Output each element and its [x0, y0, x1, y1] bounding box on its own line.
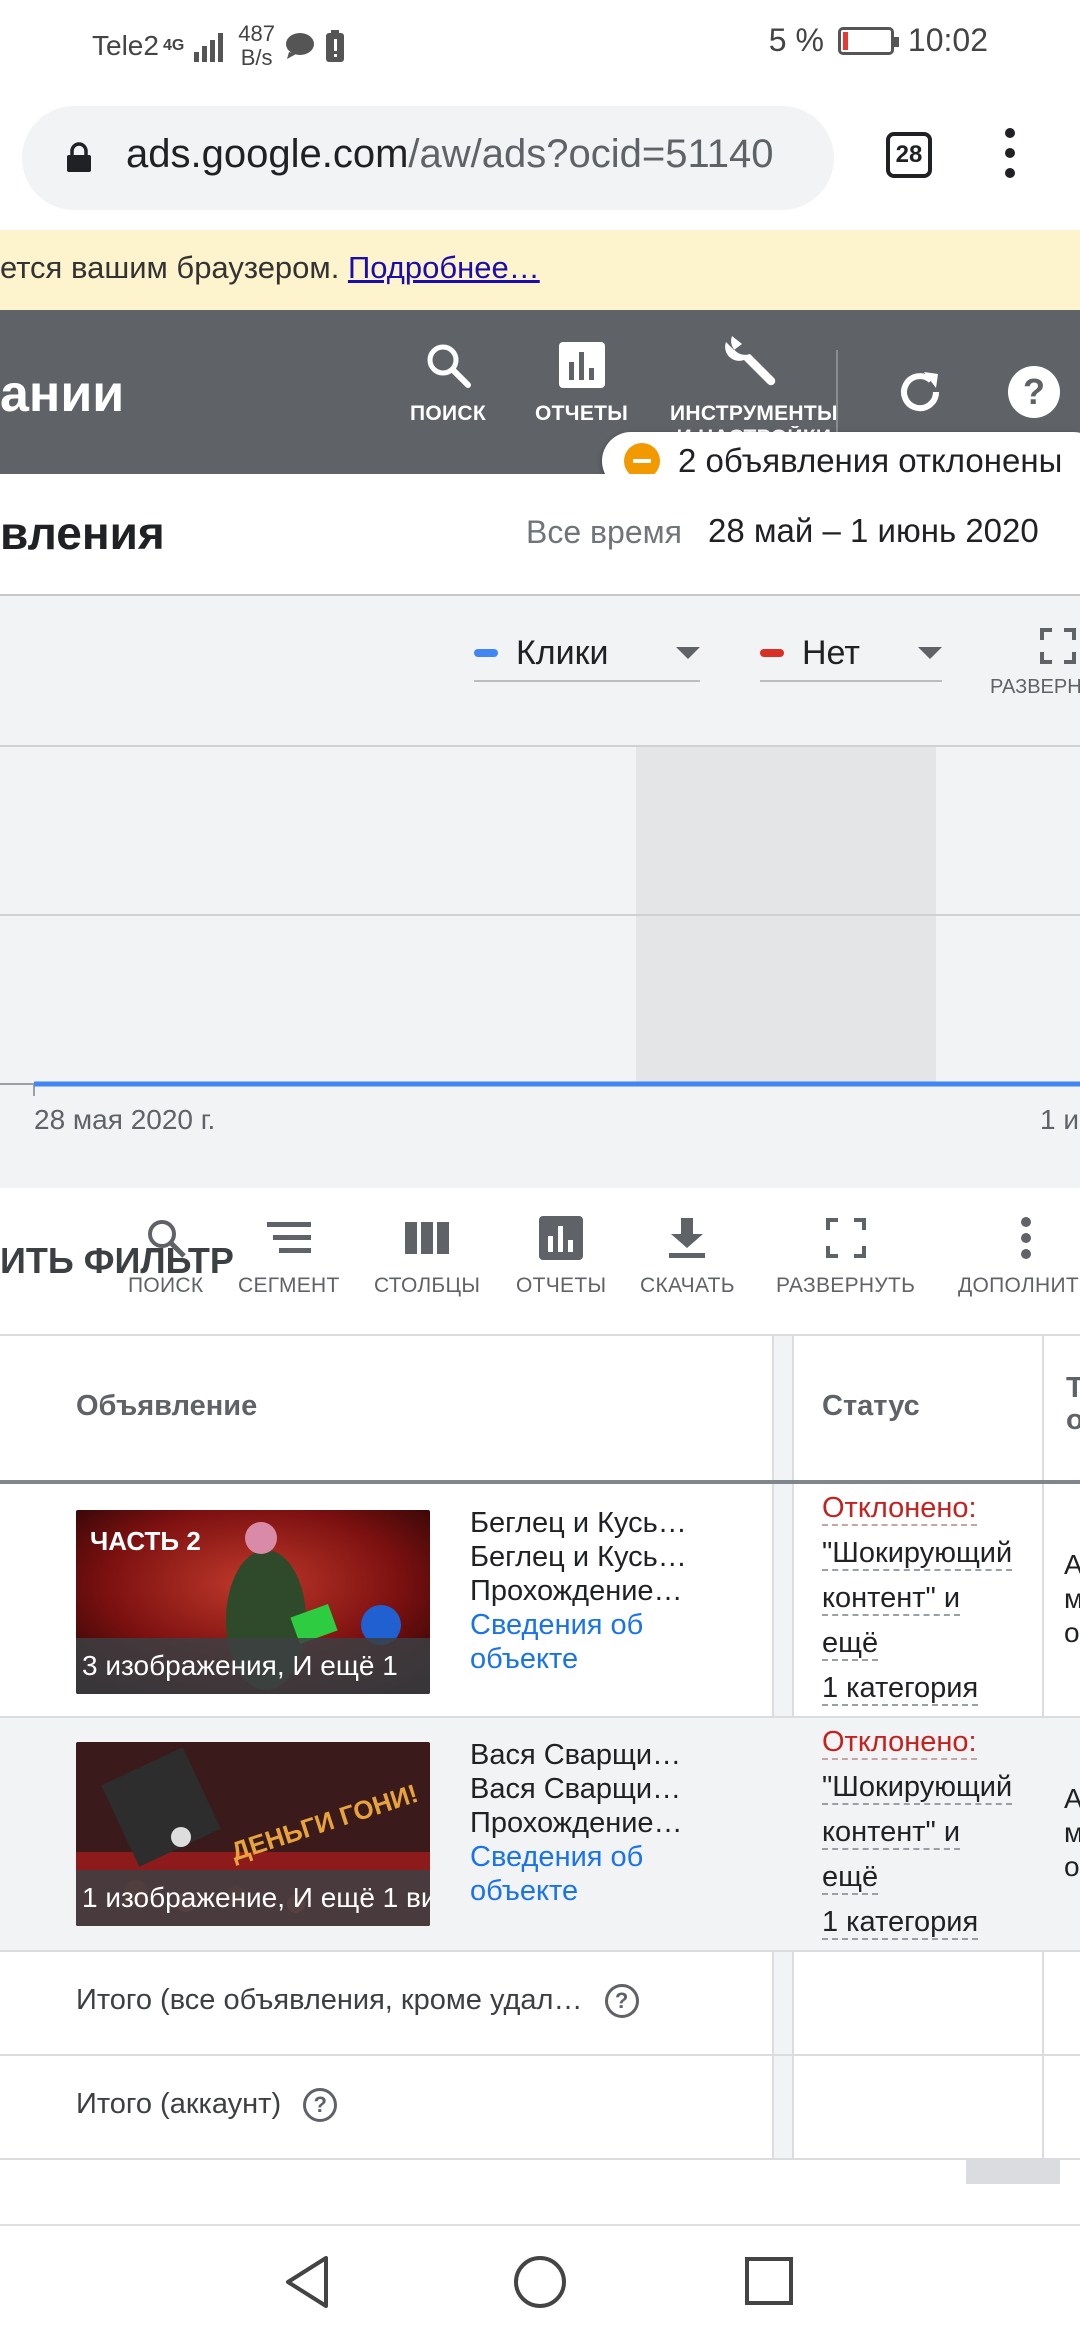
carrier-label: Tele2 — [92, 30, 159, 61]
fullscreen-icon — [825, 1218, 866, 1258]
lock-icon[interactable] — [66, 142, 92, 172]
url-text[interactable]: ads.google.com/aw/ads?ocid=51140 — [126, 132, 774, 177]
fullscreen-icon — [1040, 628, 1076, 664]
table-row[interactable]: ДЕНЬГИ ГОНИ! 1 изображение, И ещё 1 ви В… — [0, 1718, 1080, 1952]
ad-text: Беглец и Кусь… Беглец и Кусь… Прохождени… — [470, 1507, 687, 1676]
header-divider — [836, 350, 838, 434]
clock: 10:02 — [907, 22, 988, 58]
thumbnail-caption: 3 изображения, И ещё 1 — [76, 1638, 430, 1694]
battery-saver-icon — [326, 30, 344, 62]
status-disapproved: Отклонено: — [822, 1726, 977, 1760]
ads-table: Объявление Статус То ЧАСТЬ 2 3 изображен… — [0, 1336, 1080, 2160]
date-range-picker[interactable]: 28 май – 1 июнь 2020 — [708, 512, 1039, 550]
back-icon[interactable] — [282, 2254, 332, 2310]
more-vert-icon — [1020, 1217, 1031, 1259]
x-tick-label: 28 мая 2020 г. — [34, 1104, 216, 1135]
metric2-swatch — [760, 649, 784, 657]
ad-thumbnail[interactable]: ЧАСТЬ 2 3 изображения, И ещё 1 — [76, 1510, 430, 1694]
header-search-button[interactable]: ПОИСК — [410, 340, 486, 426]
total-label: Итого (все объявления, кроме удал… ? — [76, 1984, 639, 2019]
ad-text: Вася Сварщи… Вася Сварщи… Прохождение… С… — [470, 1739, 683, 1908]
refresh-icon[interactable] — [894, 366, 946, 418]
status-cell[interactable]: Отклонено: "Шокирующий контент" и ещё 1 … — [822, 1486, 1013, 1711]
columns-button[interactable]: СТОЛБЦЫ — [374, 1216, 480, 1298]
column-header-next[interactable]: То — [1066, 1372, 1080, 1436]
metric-selector-secondary[interactable]: Нет — [760, 626, 942, 682]
page-title: вления — [0, 507, 165, 559]
table-search-button[interactable]: ПОИСК — [128, 1216, 203, 1298]
performance-chart: Клики Нет РАЗВЕРН 28 мая 2020 г. 1 и — [0, 596, 1080, 1188]
search-icon — [147, 1220, 186, 1258]
page-title-row: вления Все время 28 май – 1 июнь 2020 — [0, 474, 1080, 596]
help-icon[interactable]: ? — [604, 1984, 639, 2019]
network-speed: 487 B/s — [238, 21, 275, 70]
table-row[interactable]: ЧАСТЬ 2 3 изображения, И ещё 1 Беглец и … — [0, 1484, 1080, 1718]
battery-icon — [837, 26, 899, 55]
browser-menu-icon[interactable] — [1000, 128, 1020, 188]
status-cell[interactable]: Отклонено: "Шокирующий контент" и ещё 1 … — [822, 1720, 1013, 1945]
svg-text:?: ? — [1023, 371, 1045, 412]
signal-icon — [194, 33, 224, 62]
column-header-ad[interactable]: Объявление — [76, 1390, 257, 1423]
header-reports-button[interactable]: ОТЧЕТЫ — [535, 340, 628, 426]
bar-chart-icon — [558, 342, 605, 388]
download-icon — [669, 1218, 706, 1258]
truncated-cell: Амо — [1064, 1783, 1080, 1882]
table-header: Объявление Статус То — [0, 1336, 1080, 1484]
bar-chart-icon — [539, 1216, 584, 1260]
tab-switcher-button[interactable]: 28 — [886, 132, 932, 178]
columns-icon — [405, 1222, 450, 1254]
chart-expand-button[interactable]: РАЗВЕРН — [990, 626, 1080, 699]
table-toolbar: ИТЬ ФИЛЬТР ПОИСК СЕГМЕНТ СТОЛБЦЫ ОТЧЕТЫ … — [0, 1188, 1080, 1336]
more-button[interactable]: ДОПОЛНИТЕ — [958, 1216, 1080, 1298]
chevron-down-icon — [918, 647, 942, 659]
total-row-filtered: Итого (все объявления, кроме удал… ? — [0, 1952, 1080, 2056]
asset-details-link[interactable]: объекте — [470, 1874, 683, 1908]
date-range-label[interactable]: Все время — [526, 514, 682, 551]
help-icon[interactable]: ? — [303, 2088, 338, 2123]
search-icon — [427, 344, 471, 388]
column-header-status[interactable]: Статус — [822, 1390, 920, 1423]
x-tick-label: 1 и — [1040, 1104, 1079, 1135]
total-row-account: Итого (аккаунт) ? — [0, 2056, 1080, 2160]
header-tools-button[interactable]: ИНСТРУМЕНТЫ И НАСТРОЙКИ — [670, 330, 838, 440]
status-bar: Tele2 4G 487 B/s 5 % 10:02 — [0, 0, 1080, 84]
address-bar[interactable]: ads.google.com/aw/ads?ocid=51140 — [22, 106, 834, 210]
svg-text:ЧАСТЬ 2: ЧАСТЬ 2 — [90, 1526, 201, 1556]
wrench-icon — [725, 336, 776, 386]
download-button[interactable]: СКАЧАТЬ — [640, 1216, 735, 1298]
truncated-cell: Амо — [1064, 1549, 1080, 1648]
learn-more-link[interactable]: Подробнее… — [348, 250, 540, 285]
thumbnail-caption: 1 изображение, И ещё 1 ви — [76, 1870, 430, 1926]
warning-text: ется вашим браузером. — [0, 250, 340, 285]
browser-warning-banner: ется вашим браузером. Подробнее… — [0, 230, 1080, 310]
status-disapproved: Отклонено: — [822, 1492, 977, 1526]
browser-toolbar: ads.google.com/aw/ads?ocid=51140 28 — [0, 84, 1080, 230]
horizontal-scrollbar[interactable] — [966, 2160, 1060, 2184]
asset-details-link[interactable]: объекте — [470, 1642, 687, 1676]
segment-icon — [266, 1222, 311, 1253]
home-icon[interactable] — [512, 2254, 568, 2310]
chevron-down-icon — [676, 647, 700, 659]
asset-details-link[interactable]: Сведения об — [470, 1840, 683, 1874]
metric1-swatch — [474, 649, 498, 657]
network-type: 4G — [162, 37, 185, 54]
ad-thumbnail[interactable]: ДЕНЬГИ ГОНИ! 1 изображение, И ещё 1 ви — [76, 1742, 430, 1926]
message-icon — [286, 33, 314, 59]
system-nav-bar — [0, 2224, 1080, 2340]
segment-button[interactable]: СЕГМЕНТ — [238, 1216, 340, 1298]
help-icon[interactable]: ? — [1006, 364, 1062, 420]
chart-plot — [0, 745, 1080, 1096]
reports-button[interactable]: ОТЧЕТЫ — [516, 1216, 606, 1298]
total-label: Итого (аккаунт) ? — [76, 2088, 338, 2123]
recents-icon[interactable] — [744, 2256, 794, 2306]
battery-percent: 5 % — [768, 22, 824, 58]
expand-button[interactable]: РАЗВЕРНУТЬ — [776, 1216, 915, 1298]
asset-details-link[interactable]: Сведения об — [470, 1608, 687, 1642]
metric-selector-primary[interactable]: Клики — [474, 626, 700, 682]
header-title: ании — [0, 365, 125, 423]
